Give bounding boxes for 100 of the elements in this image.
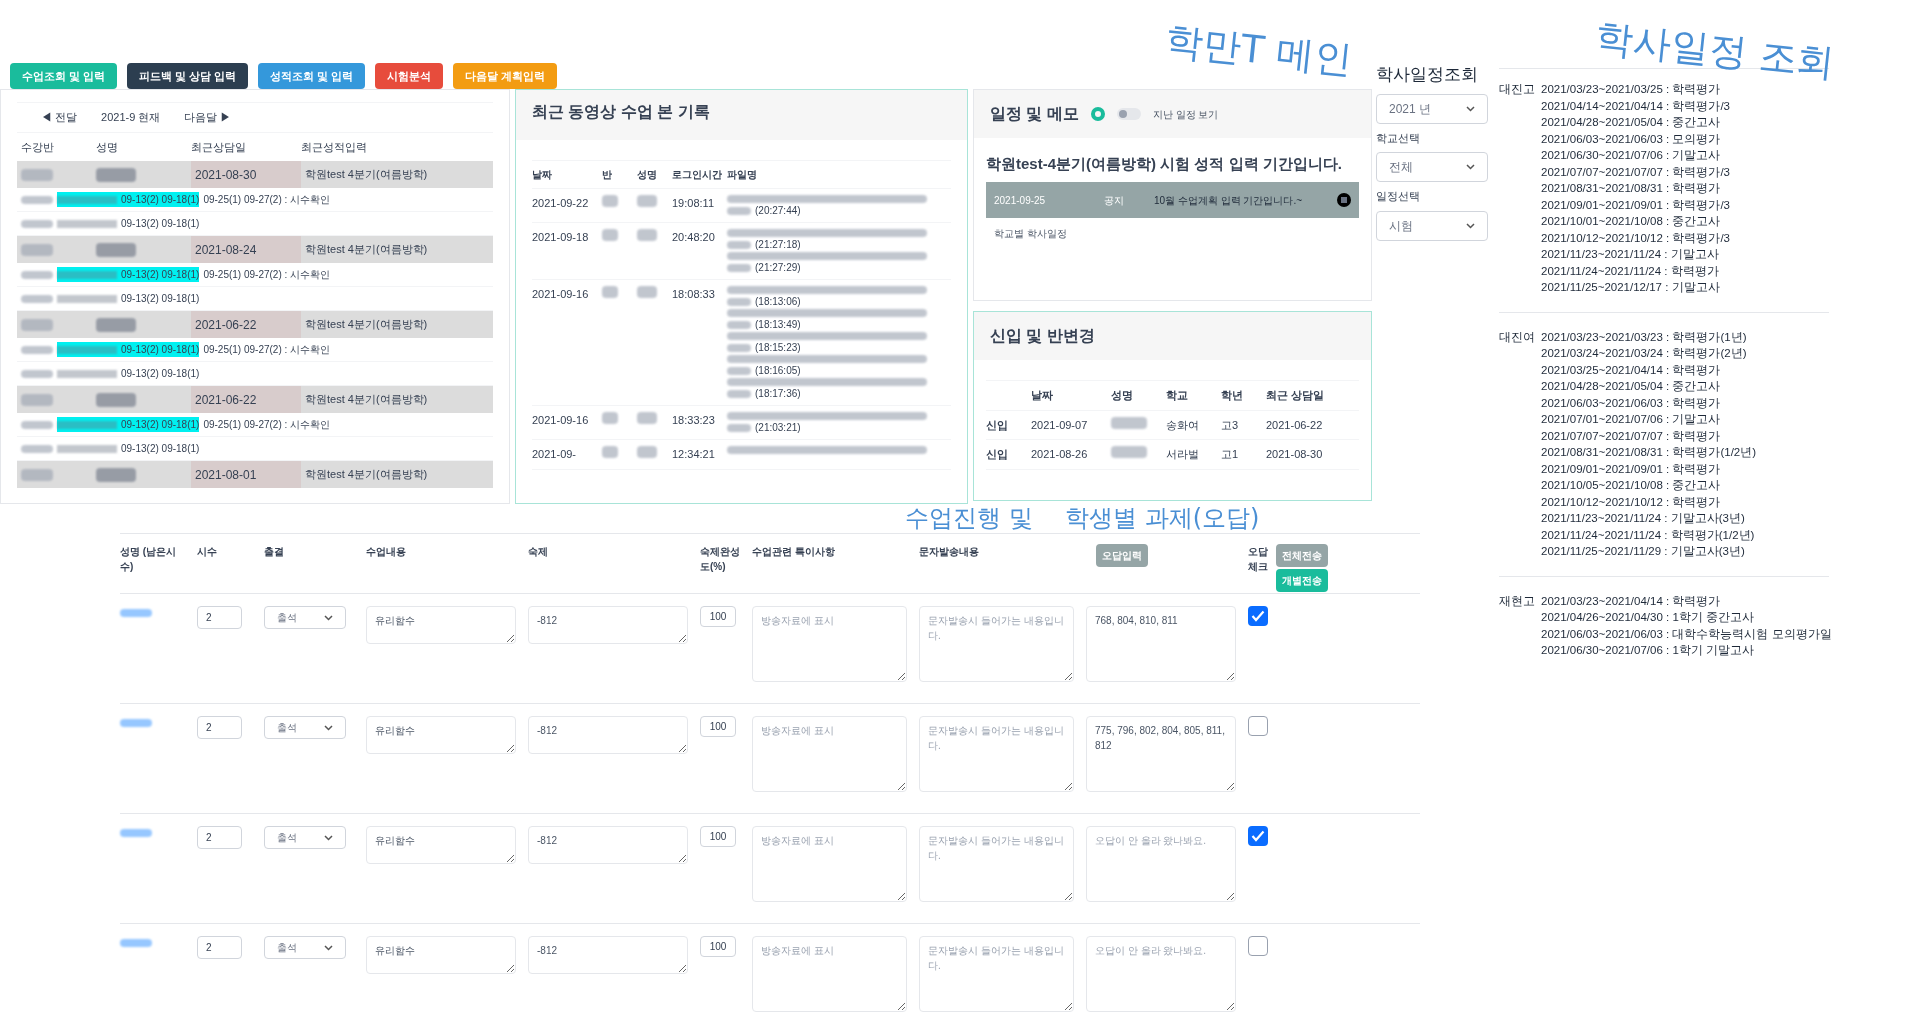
attendance-select[interactable]: 출석 (264, 716, 346, 739)
notes-field[interactable]: 방송자료에 표시 (752, 606, 907, 682)
column-header: 오답 체크 (1248, 545, 1268, 574)
wrong-answer-field[interactable]: 775, 796, 802, 804, 805, 811, 812 (1086, 716, 1236, 792)
file-time: (20:27:44) (755, 205, 801, 217)
schedule-entry: 2021/10/01~2021/10/08 : 중간고사 (1541, 214, 1722, 229)
wrong-answer-field[interactable]: 768, 804, 810, 811 (1086, 606, 1236, 682)
student-row[interactable]: 2021-08-24 학원test 4분기(여름방학) (17, 236, 493, 264)
student-row[interactable]: 2021-06-22 학원test 4분기(여름방학) (17, 311, 493, 339)
login-time: 18:08:33 (672, 287, 716, 303)
checkbox[interactable] (1248, 606, 1268, 626)
notice-row[interactable]: 2021-09-25 공지 10월 수업계획 입력 기간입니다.~ (986, 182, 1359, 219)
column-header: 로그인시간 (672, 168, 723, 183)
column-header: 파일명 (727, 168, 758, 183)
notes-field[interactable]: 방송자료에 표시 (752, 826, 907, 902)
student-row[interactable]: 2021-08-01 학원test 4분기(여름방학) (17, 461, 493, 489)
notes-field[interactable]: 방송자료에 표시 (752, 716, 907, 792)
blurred-text (602, 229, 618, 242)
file-time: (18:16:05) (755, 365, 801, 377)
homework-field[interactable]: -812 (528, 716, 688, 754)
consult-date: 2021-08-30 (1266, 447, 1324, 463)
lesson-content-field[interactable]: 유리함수 (366, 826, 516, 864)
prev-month-link[interactable]: ◀ 전달 (41, 109, 78, 126)
blurred-text (727, 297, 751, 306)
schedule-entry: 2021/09/01~2021/09/01 : 학력평가/3 (1541, 197, 1730, 213)
add-icon[interactable] (1090, 107, 1105, 122)
attendance-select[interactable]: 출석 (264, 936, 346, 959)
schedule-title: 학사일정조회 (1376, 64, 1479, 86)
file-time: (18:13:49) (755, 319, 801, 331)
view-date: 2021-09-18 (532, 230, 590, 246)
lesson-content-field[interactable]: 유리함수 (366, 606, 516, 644)
school-select[interactable]: 전체 (1376, 152, 1488, 182)
lesson-dates: 09-13(2) 09-18(1) (57, 441, 200, 457)
blurred-text (637, 286, 657, 299)
checkbox[interactable] (1248, 826, 1268, 846)
blurred-text (602, 412, 618, 425)
column-header: 학교 (1166, 388, 1189, 404)
wrong-answer-field[interactable]: 오답이 안 올라 왔나봐요. (1086, 826, 1236, 902)
chevron-icon (324, 834, 333, 841)
student-row[interactable]: 2021-06-22 학원test 4분기(여름방학) (17, 386, 493, 414)
completion-field[interactable]: 100 (700, 716, 736, 737)
completion-field[interactable]: 100 (700, 936, 736, 957)
sms-field[interactable]: 문자발송시 들어가는 내용입니다. (919, 606, 1074, 682)
blurred-text (21, 195, 53, 204)
column-header: 성명 (96, 139, 119, 155)
blurred-text (21, 219, 53, 228)
blurred-text (602, 195, 618, 208)
sms-field[interactable]: 문자발송시 들어가는 내용입니다. (919, 826, 1074, 902)
student-row[interactable]: 2021-08-30 학원test 4분기(여름방학) (17, 161, 493, 189)
next-month-link[interactable]: 다음달 ▶ (184, 109, 232, 126)
schedule-entry: 2021/10/05~2021/10/08 : 중간고사 (1541, 478, 1722, 493)
lesson-dates: 09-25(1) 09-27(2) : 시수확인 (203, 268, 331, 283)
blurred-text (727, 206, 751, 215)
chevron-icon (1466, 164, 1475, 170)
notes-field[interactable]: 방송자료에 표시 (752, 936, 907, 1012)
lesson-dates: 09-25(1) 09-27(2) : 시수확인 (203, 193, 331, 208)
schedule-entry: 2021/08/31~2021/08/31 : 학력평가(1/2년) (1541, 445, 1757, 460)
completion-field[interactable]: 100 (700, 826, 736, 847)
highlighted-dates: 09-13(2) 09-18(1) (57, 267, 200, 283)
sms-field[interactable]: 문자발송시 들어가는 내용입니다. (919, 716, 1074, 792)
attendance-select[interactable]: 출석 (264, 826, 346, 849)
checkbox[interactable] (1248, 936, 1268, 956)
completion-field[interactable]: 100 (700, 606, 736, 627)
lesson-content-field[interactable]: 유리함수 (366, 936, 516, 974)
close-icon[interactable] (1337, 193, 1351, 208)
homework-field[interactable]: -812 (528, 936, 688, 974)
view-date: 2021-09- (532, 447, 578, 463)
hours-field[interactable]: 2 (197, 936, 242, 959)
school-schedule-link[interactable]: 학교별 학사일정 (986, 226, 1359, 242)
column-header: 반 (602, 168, 613, 183)
nav-button[interactable]: 피드백 및 상담 입력 (127, 63, 249, 89)
lesson-content-field[interactable]: 유리함수 (366, 716, 516, 754)
change-type: 신입 (986, 417, 1009, 433)
blurred-text (21, 393, 53, 406)
blurred-text (637, 446, 657, 459)
school-name: 송화여 (1166, 417, 1200, 433)
schedule-entry: 2021/10/12~2021/10/12 : 학력평가/3 (1541, 230, 1730, 246)
hours-field[interactable]: 2 (197, 716, 242, 739)
sms-field[interactable]: 문자발송시 들어가는 내용입니다. (919, 936, 1074, 1012)
toggle-label: 지난 일정 보기 (1152, 107, 1219, 122)
hours-field[interactable]: 2 (197, 826, 242, 849)
attendance-select[interactable]: 출석 (264, 606, 346, 629)
handwritten-note: 수업진행 및 (905, 503, 1033, 533)
homework-field[interactable]: -812 (528, 826, 688, 864)
checkbox[interactable] (1248, 716, 1268, 736)
wrong-answer-field[interactable]: 오답이 안 올라 왔나봐요. (1086, 936, 1236, 1012)
nav-button[interactable]: 시험분석 (375, 63, 444, 89)
schedule-entry: 2021/07/07~2021/07/07 : 학력평가 (1541, 428, 1722, 444)
column-header: 수강반 (21, 139, 55, 155)
type-select[interactable]: 시험 (1376, 210, 1488, 241)
homework-field[interactable]: -812 (528, 606, 688, 644)
hours-field[interactable]: 2 (197, 606, 242, 629)
lesson-dates: 09-13(2) 09-18(1) (57, 216, 200, 232)
grade-entry: 학원test 4분기(여름방학) (304, 167, 429, 183)
toggle-switch[interactable] (1116, 108, 1141, 121)
view-date: 2021-09-22 (532, 196, 590, 212)
column-header: 성명 (1111, 388, 1134, 404)
schedule-entry: 2021/03/23~2021/04/14 : 학력평가 (1541, 593, 1722, 609)
blurred-text (21, 318, 53, 331)
year-select[interactable]: 2021 년 (1376, 93, 1488, 124)
